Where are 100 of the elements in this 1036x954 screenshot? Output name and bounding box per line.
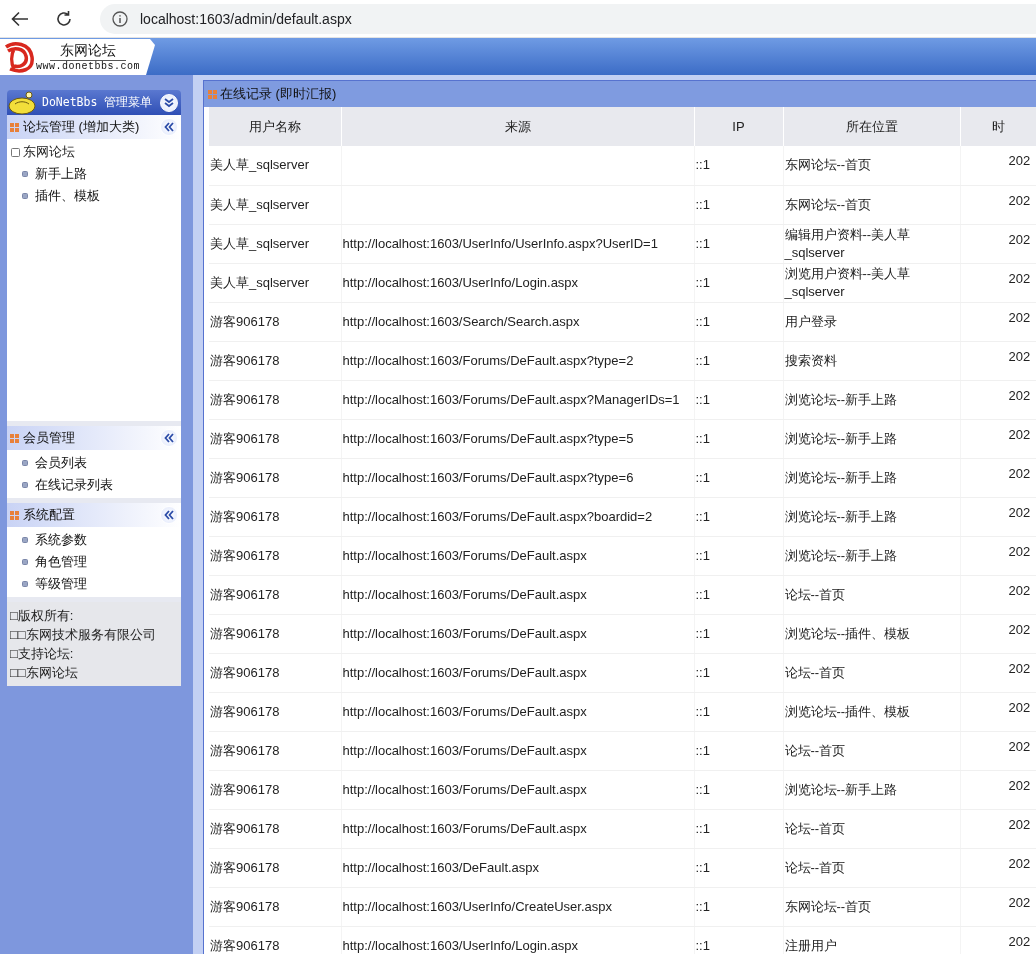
table-cell: 202 xyxy=(960,458,1036,497)
bullet-icon xyxy=(22,559,28,565)
table-cell: 游客906178 xyxy=(209,302,341,341)
table-cell: 搜索资料 xyxy=(783,341,960,380)
table-cell: 202 xyxy=(960,224,1036,263)
table-cell: http://localhost:1603/Forums/DeFault.aspx?type=5 xyxy=(341,419,694,458)
table-cell: 202 xyxy=(960,536,1036,575)
table-cell: ::1 xyxy=(694,887,783,926)
table-cell: ::1 xyxy=(694,341,783,380)
menu-item[interactable]: 会员列表 xyxy=(7,452,181,474)
tree-item[interactable]: 新手上路 xyxy=(7,163,181,185)
info-icon xyxy=(112,10,128,27)
menu-item[interactable]: 系统参数 xyxy=(7,529,181,551)
table-cell: http://localhost:1603/Forums/DeFault.aspx xyxy=(341,575,694,614)
table-cell: http://localhost:1603/UserInfo/Login.aspx xyxy=(341,263,694,302)
table-cell: 202 xyxy=(960,770,1036,809)
table-cell: 202 xyxy=(960,146,1036,185)
table-cell: ::1 xyxy=(694,809,783,848)
collapse-button[interactable] xyxy=(160,429,178,447)
table-cell: http://localhost:1603/Forums/DeFault.aspx xyxy=(341,653,694,692)
table-cell: 浏览论坛--新手上路 xyxy=(783,770,960,809)
collapse-button[interactable] xyxy=(160,93,178,112)
table-cell: ::1 xyxy=(694,458,783,497)
table-cell: ::1 xyxy=(694,653,783,692)
table-cell: 游客906178 xyxy=(209,341,341,380)
table-cell: 浏览论坛--新手上路 xyxy=(783,419,960,458)
section-header[interactable]: 论坛管理 (增加大类) xyxy=(7,115,181,139)
table-cell: 202 xyxy=(960,809,1036,848)
collapse-button[interactable] xyxy=(160,506,178,524)
collapse-button[interactable] xyxy=(160,118,178,136)
table-cell: 东网论坛--首页 xyxy=(783,146,960,185)
section-header[interactable]: 会员管理 xyxy=(7,426,181,450)
table-cell: 游客906178 xyxy=(209,692,341,731)
bullet-icon xyxy=(22,581,28,587)
table-cell: 编辑用户资料--美人草_sqlserver xyxy=(783,224,960,263)
table-cell: http://localhost:1603/UserInfo/Login.aspx xyxy=(341,926,694,954)
menu-item[interactable]: 等级管理 xyxy=(7,573,181,595)
table-cell: 游客906178 xyxy=(209,848,341,887)
reload-icon xyxy=(55,9,73,28)
table-cell: 游客906178 xyxy=(209,380,341,419)
bullet-icon xyxy=(22,537,28,543)
table-cell: ::1 xyxy=(694,770,783,809)
table-cell: 美人草_sqlserver xyxy=(209,185,341,224)
table-cell: 东网论坛--首页 xyxy=(783,185,960,224)
table-cell: http://localhost:1603/Forums/DeFault.aspx xyxy=(341,809,694,848)
squares-icon xyxy=(10,122,19,132)
table-cell: http://localhost:1603/UserInfo/CreateUser.aspx xyxy=(341,887,694,926)
table-cell: http://localhost:1603/Forums/DeFault.aspx?ManagerIDs=1 xyxy=(341,380,694,419)
tree-item[interactable]: 插件、模板 xyxy=(7,185,181,207)
table-cell: ::1 xyxy=(694,614,783,653)
squares-icon xyxy=(10,433,19,443)
menu-header: DoNetBbs 管理菜单 xyxy=(7,90,181,115)
table-cell: http://localhost:1603/Search/Search.aspx xyxy=(341,302,694,341)
table-cell: 游客906178 xyxy=(209,770,341,809)
section-header[interactable]: 系统配置 xyxy=(7,503,181,527)
bullet-icon xyxy=(22,482,28,488)
table-cell: ::1 xyxy=(694,185,783,224)
table-cell: ::1 xyxy=(694,926,783,954)
chevrons-down-icon xyxy=(164,97,174,108)
table-cell: http://localhost:1603/Forums/DeFault.aspx?type=2 xyxy=(341,341,694,380)
table-cell: 游客906178 xyxy=(209,419,341,458)
table-cell: 论坛--首页 xyxy=(783,731,960,770)
table-cell: 美人草_sqlserver xyxy=(209,224,341,263)
table-cell: 202 xyxy=(960,497,1036,536)
table-cell: 游客906178 xyxy=(209,809,341,848)
table-cell: ::1 xyxy=(694,575,783,614)
table-cell: ::1 xyxy=(694,536,783,575)
table-cell: http://localhost:1603/Forums/DeFault.aspx?type=6 xyxy=(341,458,694,497)
bullet-icon xyxy=(22,171,28,177)
column-header: 用户名称 xyxy=(209,107,341,146)
column-header: IP xyxy=(694,107,783,146)
table-cell: ::1 xyxy=(694,224,783,263)
table-cell: 论坛--首页 xyxy=(783,848,960,887)
table-cell: 202 xyxy=(960,653,1036,692)
table-cell: 游客906178 xyxy=(209,458,341,497)
table-cell: ::1 xyxy=(694,263,783,302)
table-cell: 游客906178 xyxy=(209,536,341,575)
table-cell: 202 xyxy=(960,185,1036,224)
table-cell: 游客906178 xyxy=(209,497,341,536)
tree-node[interactable]: 东网论坛 xyxy=(7,141,181,163)
footer-text: □□东网技术服务有限公司 xyxy=(10,626,157,644)
site-name: 东网论坛 xyxy=(50,42,126,61)
table-cell: 浏览用户资料--美人草_sqlserver xyxy=(783,263,960,302)
bullet-icon xyxy=(22,460,28,466)
site-url: www.donetbbs.com xyxy=(36,61,140,72)
squares-icon xyxy=(208,89,217,99)
table-cell: http://localhost:1603/Forums/DeFault.aspx xyxy=(341,692,694,731)
address-bar[interactable]: localhost:1603/admin/default.aspx xyxy=(100,3,1036,34)
menu-item[interactable]: 角色管理 xyxy=(7,551,181,573)
menu-item[interactable]: 在线记录列表 xyxy=(7,474,181,496)
table-cell: http://localhost:1603/DeFault.aspx xyxy=(341,848,694,887)
footer-text: □版权所有: xyxy=(10,607,75,625)
table-cell: http://localhost:1603/Forums/DeFault.aspx xyxy=(341,731,694,770)
swirl-logo-icon xyxy=(2,41,34,73)
table-cell: 202 xyxy=(960,419,1036,458)
site-logo[interactable]: 东网论坛 www.donetbbs.com xyxy=(0,39,155,75)
squares-icon xyxy=(10,510,19,520)
table-cell: 202 xyxy=(960,887,1036,926)
table-cell: 东网论坛--首页 xyxy=(783,887,960,926)
table-cell: 浏览论坛--新手上路 xyxy=(783,497,960,536)
